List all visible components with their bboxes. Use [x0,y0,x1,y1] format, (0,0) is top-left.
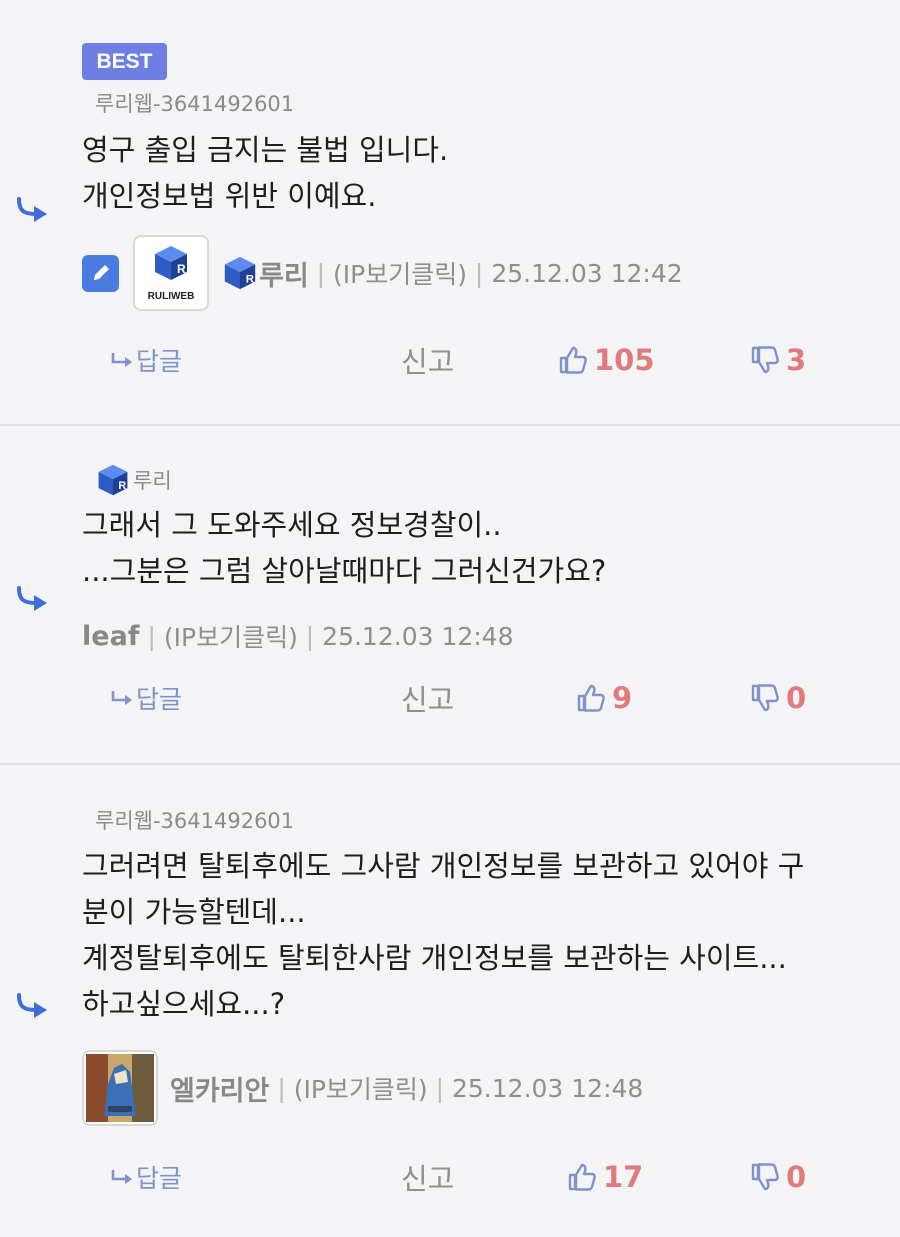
avatar[interactable] [82,1050,158,1126]
best-badge: BEST [82,43,167,80]
separator: | [308,258,334,288]
like-count: 105 [594,343,655,377]
comment-line: 분이 가능할텐데... [82,895,306,929]
thumbs-down-icon [750,683,780,713]
member-icon [221,254,259,292]
comment-actions: 답글 신고 9 0 [0,676,900,720]
comment-meta: RULIWEB 루리 | (IP보기클릭) | 25.12.03 12:42 [82,235,683,311]
separator: | [269,1073,294,1103]
comment-text: 그러려면 탈퇴후에도 그사람 개인정보를 보관하고 있어야 구 분이 가능할텐데… [82,843,804,1027]
reply-small-icon [111,1170,132,1184]
comment-date: 25.12.03 12:48 [452,1073,644,1103]
reply-target[interactable]: 루리웹-3641492601 [95,805,294,835]
separator: | [297,621,323,651]
reply-button[interactable]: 답글 [110,1155,182,1199]
like-button[interactable]: 9 [576,676,632,720]
like-button[interactable]: 17 [567,1155,643,1199]
separator: | [139,621,164,651]
author-name[interactable]: 엘카리안 [170,1069,269,1108]
thumbs-down-icon [750,1162,780,1192]
comment-item: 루리웹-3641492601 그러려면 탈퇴후에도 그사람 개인정보를 보관하고… [0,765,900,1237]
report-button[interactable]: 신고 [401,676,454,720]
reply-arrow-icon [16,586,50,612]
comment-text: 그래서 그 도와주세요 정보경찰이.. ...그분은 그럼 살아날때마다 그러신… [82,502,606,594]
separator: | [427,1073,452,1103]
reply-target-name: 루리 [133,469,172,493]
reply-label: 답글 [136,685,183,714]
thumbs-up-icon [558,345,588,375]
comment-line: 그러려면 탈퇴후에도 그사람 개인정보를 보관하고 있어야 구 [82,849,805,883]
dislike-button[interactable]: 0 [750,1155,806,1199]
ip-link[interactable]: (IP보기클릭) [164,618,298,654]
author-name[interactable]: leaf [82,621,140,652]
comment-line: 계정탈퇴후에도 탈퇴한사람 개인정보를 보관하는 사이트... [82,941,787,975]
comment-date: 25.12.03 12:48 [322,621,514,651]
ruliweb-logo: RULIWEB [148,246,195,302]
comment-actions: 답글 신고 17 0 [0,1155,900,1199]
comment-date: 25.12.03 12:42 [491,258,683,288]
dislike-button[interactable]: 0 [750,676,806,720]
comment-item: BEST 루리웹-3641492601 영구 출입 금지는 불법 입니다. 개인… [0,0,900,426]
like-count: 9 [612,681,633,715]
comment-line: 영구 출입 금지는 불법 입니다. [82,133,449,167]
dislike-count: 3 [786,343,807,377]
reply-button[interactable]: 답글 [110,338,182,382]
comment-line: 하고싶으세요...? [82,987,286,1021]
character-avatar [86,1054,154,1122]
ip-link[interactable]: (IP보기클릭) [294,1070,428,1106]
comment-item: 루리 그래서 그 도와주세요 정보경찰이.. ...그분은 그럼 살아날때마다 … [0,426,900,765]
svg-text:RULIWEB: RULIWEB [148,291,195,302]
comment-actions: 답글 신고 105 3 [0,338,900,382]
report-button[interactable]: 신고 [401,338,454,382]
thumbs-up-icon [576,683,606,713]
like-count: 17 [603,1160,644,1194]
like-button[interactable]: 105 [558,338,655,382]
reply-target[interactable]: 루리웹-3641492601 [95,88,294,118]
thumbs-up-icon [567,1162,597,1192]
dislike-button[interactable]: 3 [750,338,806,382]
comment-line: ...그분은 그럼 살아날때마다 그러신건가요? [82,554,607,588]
dislike-count: 0 [786,681,807,715]
avatar[interactable]: RULIWEB [133,235,209,311]
reply-label: 답글 [136,1164,183,1193]
comment-line: 그래서 그 도와주세요 정보경찰이.. [82,508,502,542]
comment-text: 영구 출입 금지는 불법 입니다. 개인정보법 위반 이예요. [82,127,448,219]
reply-target[interactable]: 루리 [95,462,172,498]
reply-small-icon [111,691,132,705]
comment-meta: leaf | (IP보기클릭) | 25.12.03 12:48 [82,618,514,654]
edit-button[interactable] [82,254,119,292]
author-name[interactable]: 루리 [259,254,309,293]
pencil-icon [93,265,109,280]
comment-line: 개인정보법 위반 이예요. [82,179,377,213]
ip-link[interactable]: (IP보기클릭) [333,255,467,291]
reply-button[interactable]: 답글 [110,676,182,720]
report-button[interactable]: 신고 [401,1155,454,1199]
thumbs-down-icon [750,345,780,375]
reply-arrow-icon [16,993,50,1019]
comment-meta: 엘카리안 | (IP보기클릭) | 25.12.03 12:48 [82,1050,643,1126]
separator: | [466,258,492,288]
dislike-count: 0 [786,1160,807,1194]
reply-small-icon [111,353,132,367]
reply-arrow-icon [16,197,50,223]
reply-label: 답글 [136,347,183,376]
member-icon [95,462,131,498]
